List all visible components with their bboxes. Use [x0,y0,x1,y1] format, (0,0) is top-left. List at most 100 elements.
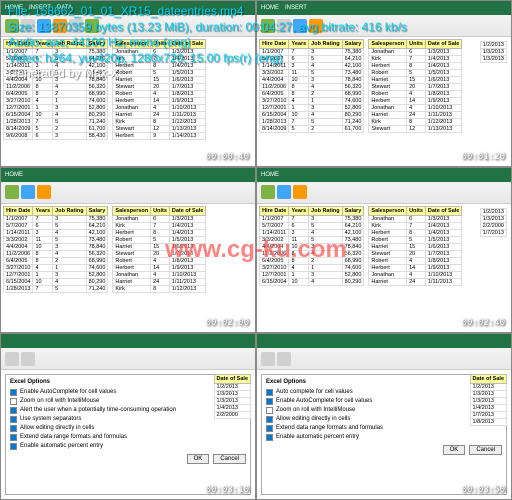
generic-icon[interactable] [277,352,291,366]
data-table-right[interactable]: SalespersonUnitsDate of Sale Jonathan61/… [368,206,462,286]
table-row: 3/27/20104174,600 [4,98,108,105]
checkbox[interactable] [10,425,17,432]
table-row: 11/2/20068456,320 [4,250,108,257]
table-row: 1/3/2013 [480,49,506,56]
frame-4: HOME Hire DateYearsJob RatingSalary 1/1/… [256,167,512,334]
option-label: Enable automatic percent entry [276,434,359,441]
align-icon[interactable] [277,185,291,199]
paste-icon[interactable] [5,185,19,199]
side-date-table[interactable]: Date of Sale 1/2/2013 1/3/2013 1/3/2013 … [214,374,251,419]
generic-icon[interactable] [261,352,275,366]
generic-icon[interactable] [21,352,35,366]
table-row: Jonathan41/10/2013 [113,105,206,112]
table-row: 1/2/2013 [214,384,250,391]
table-row: 6/4/20058268,990 [4,91,108,98]
table-row: 6/4/20058268,990 [4,257,108,264]
table-row: 1/3/2013 [480,215,506,222]
table-row: 3/27/20104174,600 [260,98,364,105]
table-row: 1/3/2013 [470,391,506,398]
table-row: Jonathan61/3/2013 [113,215,206,222]
checkbox[interactable] [10,443,17,450]
frame-3: HOME Hire DateYearsJob RatingSalary 1/1/… [0,167,256,334]
table-row: 1/28/20137571,240 [4,285,108,292]
table-row: Herbert141/9/2013 [113,98,206,105]
checkbox[interactable] [266,398,273,405]
table-row: Robert41/8/2013 [113,91,206,98]
generic-icon[interactable] [5,352,19,366]
checkbox[interactable] [10,407,17,414]
table-row: Harriet241/11/2013 [113,278,206,285]
side-date-table[interactable]: Date of Sale 1/2/2013 1/3/2013 1/3/2013 … [470,374,507,426]
table-row: Kirk71/4/2013 [113,222,206,229]
info-size: Size: 13870359 bytes (13.23 MiB), durati… [8,20,407,36]
frame-5: Excel Options Enable AutoComplete for ce… [0,333,256,500]
table-row: 11/2/20068456,320 [260,250,364,257]
format-icon[interactable] [293,185,307,199]
checkbox[interactable] [10,389,17,396]
table-row: Kirk81/12/2013 [113,119,206,126]
table-row: Robert41/8/2013 [369,257,462,264]
cancel-button[interactable]: Cancel [469,445,502,455]
checkbox[interactable] [10,398,17,405]
table-row: Harriet151/6/2013 [113,243,206,250]
paste-icon[interactable] [261,185,275,199]
checkbox[interactable] [266,425,273,432]
worksheet[interactable]: Hire DateYearsJob RatingSalary 1/1/20077… [1,204,255,333]
table-row: 1/3/2013 [214,391,250,398]
side-date-table[interactable]: 1/2/2013 1/3/2013 2/2/2000 1/7/2013 [480,208,507,237]
table-row: Stewart121/13/2013 [369,126,462,133]
cancel-button[interactable]: Cancel [213,454,246,464]
table-row: 1/3/2013 [480,56,506,63]
table-row: 8/14/20095261,700 [4,126,108,133]
table-row: 1/8/2013 [470,419,506,426]
ok-button[interactable]: OK [443,445,466,455]
table-row: Robert41/8/2013 [113,257,206,264]
side-date-table[interactable]: 1/2/2013 1/3/2013 1/3/2013 [480,41,507,63]
table-row: Robert51/5/2013 [369,236,462,243]
excel-tabs[interactable]: HOME [257,168,511,182]
checkbox[interactable] [10,434,17,441]
checkbox[interactable] [266,434,273,441]
tab-home[interactable]: HOME [5,172,23,178]
table-row: 6/4/20058268,990 [260,257,364,264]
excel-tabs[interactable]: HOME [1,168,255,182]
format-icon[interactable] [37,185,51,199]
table-row: Stewart201/7/2013 [113,250,206,257]
excel-tabs[interactable] [1,334,255,348]
table-row: 12/7/20011352,800 [4,271,108,278]
table-row: Herbert81/4/2013 [369,229,462,236]
timestamp: 00:02:40 [462,318,505,328]
data-table-left[interactable]: Hire DateYearsJob RatingSalary 1/1/20077… [259,206,364,286]
table-row: Kirk81/12/2013 [369,119,462,126]
table-row: 3/27/20104174,600 [260,264,364,271]
info-video: Video: h264, yuv420p, 1280x720, 15.00 fp… [8,51,407,67]
tab-home[interactable]: HOME [261,172,279,178]
checkbox[interactable] [266,416,273,423]
table-row: Jonathan41/10/2013 [113,271,206,278]
data-table-right[interactable]: SalespersonUnitsDate of Sale Jonathan61/… [112,206,206,293]
table-row: Robert51/5/2013 [113,236,206,243]
worksheet[interactable]: Hire DateYearsJob RatingSalary 1/1/20077… [257,204,511,333]
ok-button[interactable]: OK [187,454,210,464]
table-row: 2/2/2000 [480,222,506,229]
align-icon[interactable] [21,185,35,199]
table-row: 1/2/2013 [480,208,506,215]
data-table-left[interactable]: Hire DateYearsJob RatingSalary 1/1/20077… [3,206,108,293]
table-row: 1/14/20113442,100 [4,229,108,236]
table-row: Kirk81/12/2013 [113,285,206,292]
table-row: Robert41/8/2013 [369,91,462,98]
table-row: 1/7/2013 [480,229,506,236]
option-label: Enable automatic percent entry [20,443,103,450]
option-label: Extend data range formats and formulas [276,425,383,432]
table-row: Harriet241/11/2013 [369,278,462,285]
info-generator: Generated by Max-X [8,66,407,82]
checkbox[interactable] [10,416,17,423]
excel-tabs[interactable] [257,334,511,348]
table-row: 1/3/2013 [470,398,506,405]
checkbox[interactable] [266,407,273,414]
table-row: 1/4/2013 [214,405,250,412]
checkbox[interactable] [266,389,273,396]
table-row: 4/4/200410378,840 [4,243,108,250]
table-row: 6/15/200410480,290 [260,278,364,285]
table-row: Stewart201/7/2013 [369,250,462,257]
